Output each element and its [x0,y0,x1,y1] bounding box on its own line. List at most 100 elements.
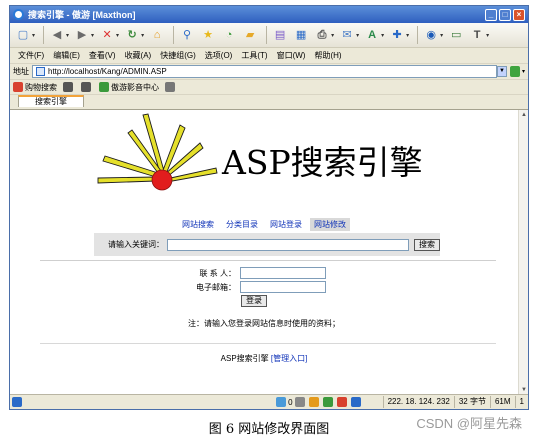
search-row: 请输入关键词： 搜索 [94,233,440,256]
dropdown-icon[interactable]: ▾ [406,32,409,39]
mail-icon: ✉ [342,29,352,41]
search-button[interactable]: ⚲ [178,25,196,45]
link-play[interactable]: 傲游影音中心 [99,82,159,93]
vertical-scrollbar[interactable]: ▲ ▼ [518,110,528,395]
new-page-button[interactable]: ▢ ▾ [14,25,36,45]
go-dropdown-icon[interactable]: ▾ [522,68,525,75]
folder-button[interactable]: ▰ [241,25,259,45]
refresh-button[interactable]: ↻ ▾ [123,25,145,45]
link-shopping[interactable]: 购物搜索 [13,82,57,93]
menu-bar: 文件(F) 编辑(E) 查看(V) 收藏(A) 快捷组(G) 选项(O) 工具(T) 窗口(W… [10,48,528,63]
footer-text: ASP搜索引擎 [220,354,269,363]
flash-icon[interactable] [336,397,347,407]
search-icon: ⚲ [183,29,192,41]
screen-icon: ▭ [450,29,462,41]
stop-button[interactable]: ✕ ▾ [98,25,120,45]
menu-item[interactable]: 窗口(W) [277,50,306,61]
link-label: 购物搜索 [25,82,57,92]
back-button[interactable]: ◀ ▾ [48,25,70,45]
maximize-button[interactable]: □ [499,8,511,21]
menu-item[interactable]: 收藏(A) [125,50,152,61]
scroll-up-icon[interactable]: ▲ [519,110,528,120]
print-icon: ⎙ [317,29,327,41]
go-arrow-icon[interactable] [509,66,520,77]
screen-button[interactable]: ▭ [447,25,465,45]
globe-icon: ◉ [426,29,436,41]
keyword-input[interactable] [167,238,409,251]
diamond-icon [165,82,175,92]
address-input[interactable]: http://localhost/Kang/ADMIN.ASP [32,65,497,78]
ad-filter-icon[interactable] [322,397,333,407]
login-button[interactable]: 登录 [241,295,267,307]
menu-item[interactable]: 快捷组(G) [160,50,196,61]
link-wand[interactable] [81,82,93,92]
notes-button[interactable]: ▤ [271,25,289,45]
font-button[interactable]: A ▾ [363,25,385,45]
dropdown-icon[interactable]: ▾ [32,32,35,39]
speaker-icon[interactable] [294,397,305,407]
memory-usage: 61M [489,396,515,408]
print-button[interactable]: ⎙ ▾ [313,25,335,45]
tab-search-engine[interactable]: 搜索引擎 [18,95,84,107]
text-mode-icon: T [473,29,481,41]
popup-blocker-icon[interactable] [308,397,319,407]
window-title: 搜索引擎 - 傲游 [Maxthon] [28,10,136,20]
link-diamond[interactable] [165,82,177,92]
link-pen[interactable] [63,82,75,92]
history-button[interactable]: ◔ [220,25,238,45]
maxthon-logo-icon [13,9,24,20]
menu-item[interactable]: 选项(O) [205,50,233,61]
favorites-star-button[interactable]: ★ [199,25,217,45]
search-button[interactable]: 搜索 [414,238,440,251]
tools-button[interactable]: ✚ ▾ [388,25,410,45]
menu-item[interactable]: 工具(T) [241,50,267,61]
home-icon: ⌂ [153,29,161,41]
home-button[interactable]: ⌂ [148,25,166,45]
byte-count: 32 字节 [453,396,490,408]
dropdown-icon[interactable]: ▾ [486,32,489,39]
address-value[interactable]: http://localhost/Kang/ADMIN.ASP [48,67,493,76]
dropdown-icon[interactable]: ▾ [356,32,359,39]
nav-link[interactable]: 网站修改 [310,218,350,231]
stop-icon: ✕ [102,29,112,41]
email-row: 电子邮箱： [196,281,326,293]
dropdown-icon[interactable]: ▾ [116,32,119,39]
dropdown-icon[interactable]: ▾ [66,32,69,39]
admin-link[interactable]: [管理入口] [271,354,307,363]
address-dropdown-button[interactable]: ▼ [496,66,507,77]
dropdown-icon[interactable]: ▾ [91,32,94,39]
layout-button[interactable]: ▦ [292,25,310,45]
dropdown-icon[interactable]: ▾ [141,32,144,39]
globe-button[interactable]: ◉ ▾ [422,25,444,45]
menu-item[interactable]: 帮助(H) [314,50,341,61]
favorites-star-icon: ★ [203,29,214,41]
address-bar: 地址 http://localhost/Kang/ADMIN.ASP ▼ ▾ [10,63,528,79]
history-icon: ◔ [225,29,233,41]
divider [40,260,496,261]
new-page-icon: ▢ [17,29,29,41]
nav-link[interactable]: 分类目录 [222,218,262,231]
menu-item[interactable]: 查看(V) [89,50,116,61]
back-icon: ◀ [52,29,62,41]
contact-label: 联 系 人： [199,268,236,278]
email-input[interactable] [240,281,326,293]
menu-item[interactable]: 文件(F) [18,50,44,61]
page-count: 1 [514,396,528,408]
text-mode-button[interactable]: T ▾ [468,25,490,45]
dropdown-icon[interactable]: ▾ [440,32,443,39]
nav-link[interactable]: 网站登录 [266,218,306,231]
dropdown-icon[interactable]: ▾ [381,32,384,39]
minimize-button[interactable]: _ [485,8,497,21]
proxy-icon[interactable] [350,397,361,407]
nav-link[interactable]: 网站搜索 [178,218,218,231]
forward-button[interactable]: ▶ ▾ [73,25,95,45]
close-button[interactable]: × [513,8,525,21]
menu-item[interactable]: 编辑(E) [53,50,80,61]
sync-icon[interactable] [276,397,287,407]
page-icon [36,67,45,76]
toolbar-separator [266,26,268,44]
contact-input[interactable] [240,267,326,279]
dropdown-icon[interactable]: ▾ [331,32,334,39]
folder-icon: ▰ [245,29,255,41]
mail-button[interactable]: ✉ ▾ [338,25,360,45]
